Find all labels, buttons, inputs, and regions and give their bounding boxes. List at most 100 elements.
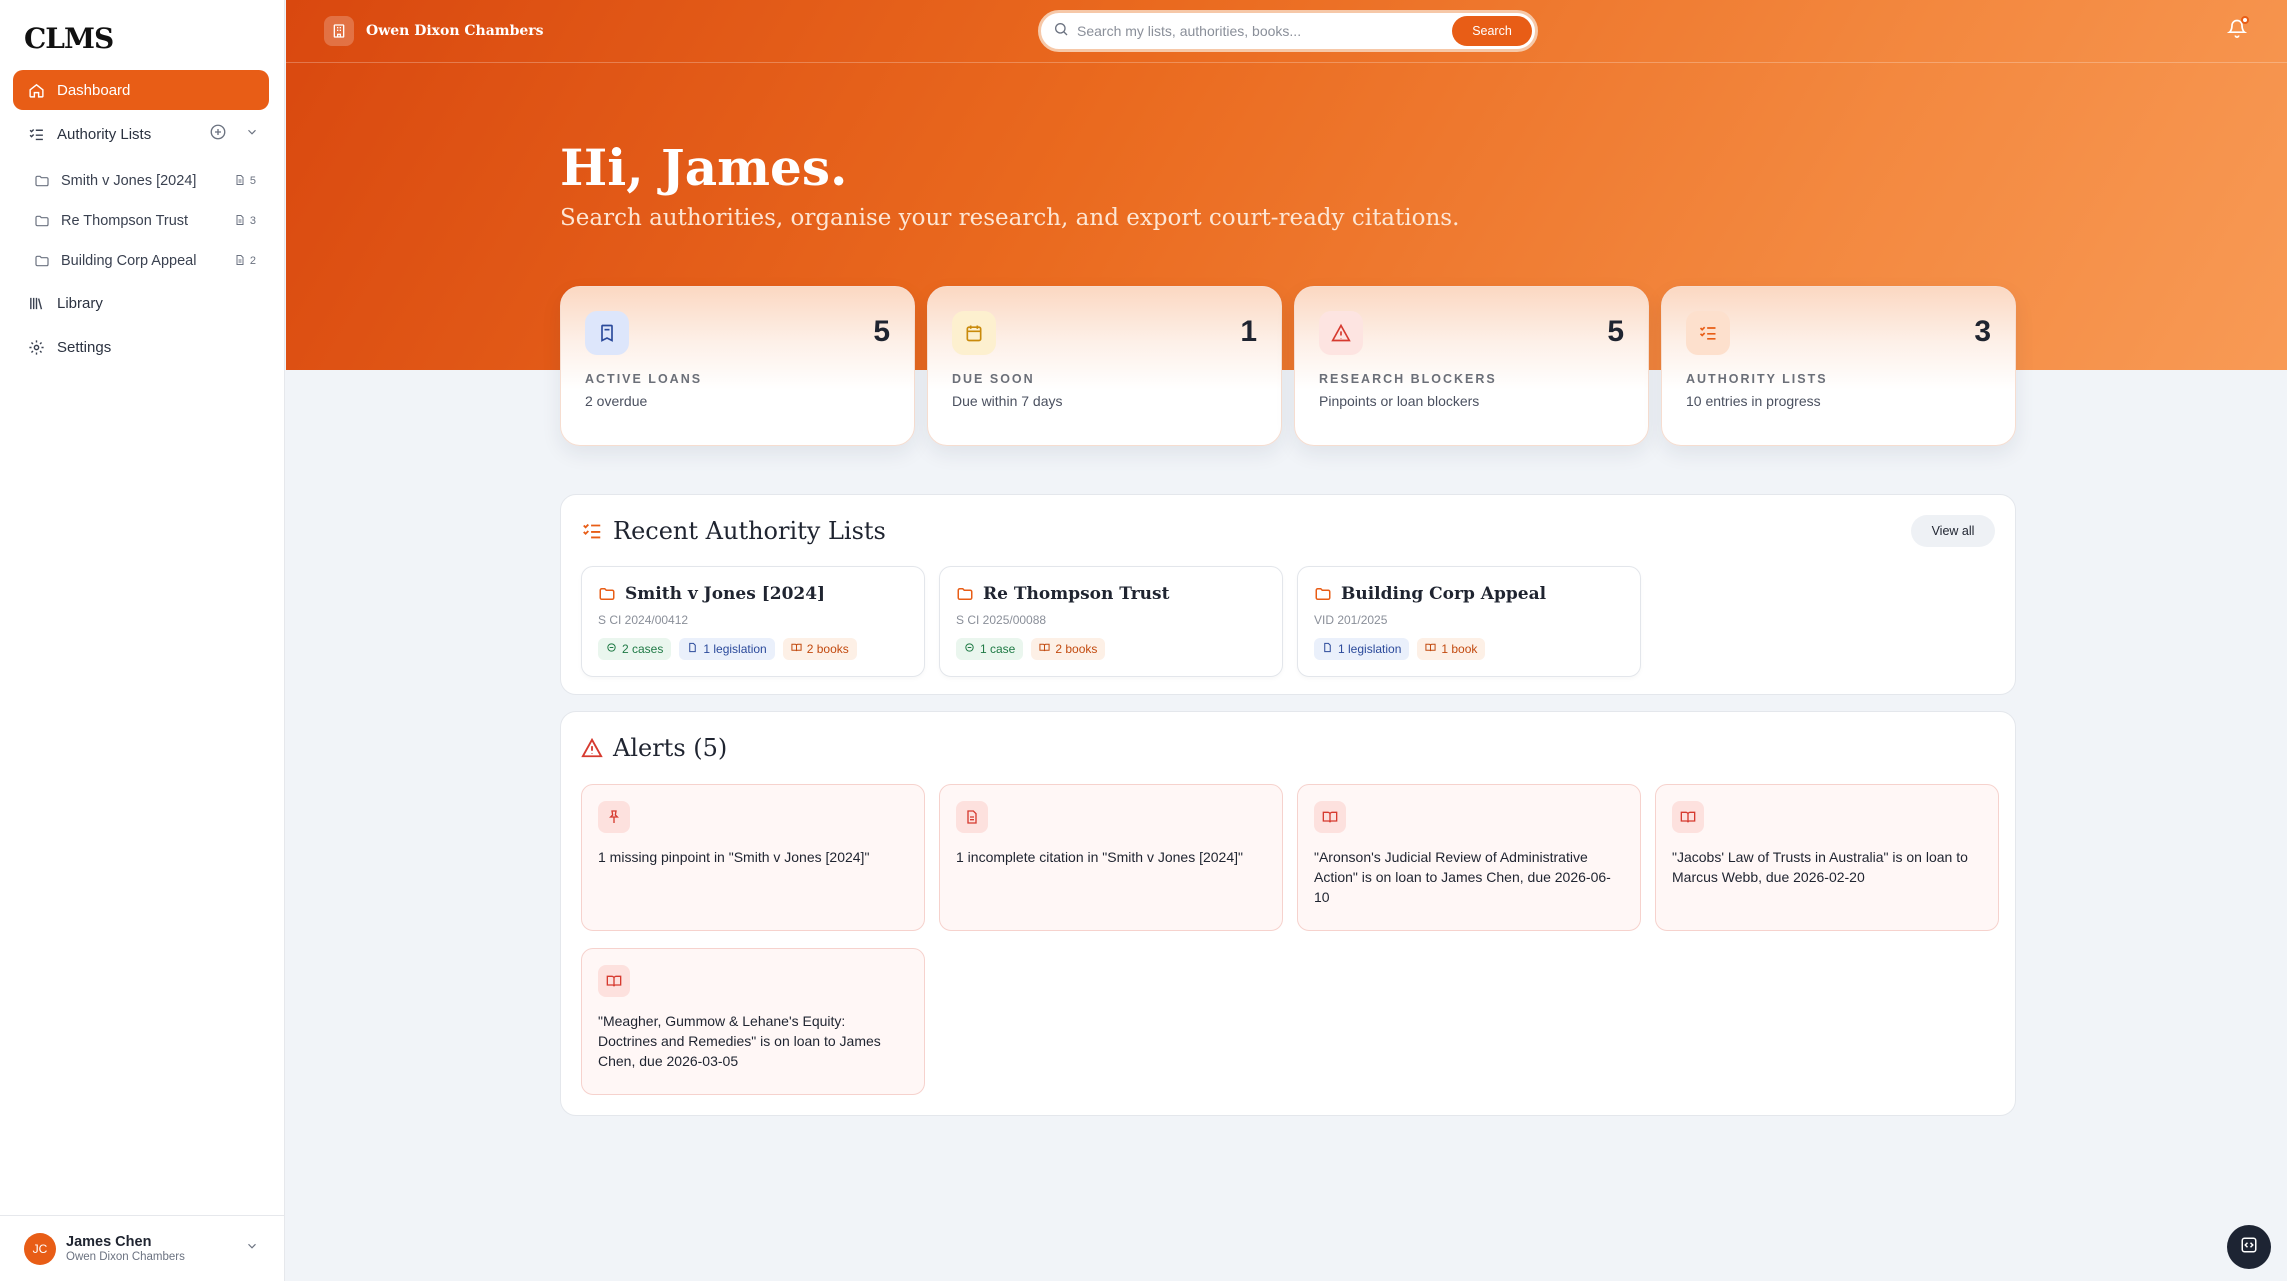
authority-list-card[interactable]: Smith v Jones [2024] S CI 2024/00412 2 c… (581, 566, 925, 677)
list-count: 2 (249, 255, 256, 267)
books-tag: 1 book (1417, 638, 1486, 660)
sidebar-item-label: Authority Lists (57, 125, 152, 143)
folder-icon (34, 173, 50, 189)
stat-card-active-loans[interactable]: 5 ACTIVE LOANS 2 overdue (560, 286, 915, 446)
user-menu[interactable]: JC James Chen Owen Dixon Chambers (0, 1215, 285, 1281)
warning-icon (1319, 311, 1363, 355)
stat-value: 3 (1974, 315, 1991, 348)
notifications-button[interactable] (2226, 16, 2249, 43)
stat-title: AUTHORITY LISTS (1686, 372, 1828, 386)
stat-subtitle: 2 overdue (585, 393, 648, 409)
stat-card-authority-lists[interactable]: 3 AUTHORITY LISTS 10 entries in progress (1661, 286, 2016, 446)
sidebar-item-library[interactable]: Library (13, 283, 269, 323)
tag-label: 2 cases (622, 642, 664, 656)
folder-icon (956, 585, 974, 603)
warning-icon (581, 737, 603, 759)
stat-value: 1 (1240, 315, 1257, 348)
tag-label: 1 case (980, 642, 1016, 656)
panel-title: Alerts (5) (613, 734, 728, 762)
gear-icon (27, 338, 45, 356)
books-tag: 2 books (1031, 638, 1106, 660)
stat-subtitle: 10 entries in progress (1686, 393, 1821, 409)
checklist-icon (27, 125, 45, 143)
calendar-icon (952, 311, 996, 355)
authority-list-card[interactable]: Building Corp Appeal VID 201/2025 1 legi… (1297, 566, 1641, 677)
alert-text: "Aronson's Judicial Review of Administra… (1314, 849, 1611, 905)
library-icon (27, 294, 45, 312)
open-book-icon (1672, 801, 1704, 833)
pin-icon (598, 801, 630, 833)
alert-card[interactable]: "Jacobs' Law of Trusts in Australia" is … (1655, 784, 1999, 931)
alert-text: 1 incomplete citation in "Smith v Jones … (956, 849, 1243, 865)
avatar: JC (24, 1232, 56, 1265)
checklist-icon (1686, 311, 1730, 355)
sidebar-list-item[interactable]: Re Thompson Trust 3 (34, 203, 264, 239)
cases-tag: 2 cases (598, 638, 672, 660)
book-icon (585, 311, 629, 355)
list-title: Re Thompson Trust (983, 584, 1170, 604)
search-icon (1053, 21, 1069, 42)
document-icon (687, 642, 698, 656)
tag-label: 1 legislation (1338, 642, 1402, 656)
sidebar-item-dashboard[interactable]: Dashboard (13, 70, 269, 110)
stat-title: DUE SOON (952, 372, 1035, 386)
sidebar-item-label: Library (57, 294, 103, 312)
legislation-tag: 1 legislation (679, 638, 775, 660)
sidebar-list-item[interactable]: Smith v Jones [2024] 5 (34, 163, 264, 199)
document-icon (1322, 642, 1333, 656)
folder-icon (34, 253, 50, 269)
chambers-name: Owen Dixon Chambers (366, 23, 544, 39)
building-icon (324, 16, 354, 46)
app-logo[interactable]: CLMS (24, 22, 114, 55)
document-icon (234, 254, 246, 269)
search-button[interactable]: Search (1452, 16, 1532, 46)
dev-tools-button[interactable] (2227, 1225, 2271, 1269)
alert-card[interactable]: 1 missing pinpoint in "Smith v Jones [20… (581, 784, 925, 931)
chevron-down-icon[interactable] (245, 125, 259, 143)
stat-card-research-blockers[interactable]: 5 RESEARCH BLOCKERS Pinpoints or loan bl… (1294, 286, 1649, 446)
home-icon (27, 81, 45, 99)
bell-icon (2226, 19, 2248, 42)
notification-dot (2241, 16, 2249, 24)
open-book-icon (1039, 642, 1050, 656)
open-book-icon (598, 965, 630, 997)
list-reference: S CI 2025/00088 (956, 613, 1047, 627)
chevron-down-icon[interactable] (245, 1239, 259, 1258)
open-book-icon (1425, 642, 1436, 656)
authority-list-card[interactable]: Re Thompson Trust S CI 2025/00088 1 case… (939, 566, 1283, 677)
code-icon (2240, 1236, 2258, 1259)
add-list-icon[interactable] (209, 123, 227, 145)
list-label: Smith v Jones [2024] (61, 173, 197, 189)
open-book-icon (791, 642, 802, 656)
stat-card-due-soon[interactable]: 1 DUE SOON Due within 7 days (927, 286, 1282, 446)
tag-label: 2 books (1055, 642, 1098, 656)
stat-subtitle: Pinpoints or loan blockers (1319, 393, 1480, 409)
cases-tag: 1 case (956, 638, 1024, 660)
sidebar-item-authority-lists[interactable]: Authority Lists (13, 114, 269, 154)
document-icon (234, 214, 246, 229)
list-title: Smith v Jones [2024] (625, 584, 826, 604)
stat-title: RESEARCH BLOCKERS (1319, 372, 1497, 386)
user-name: James Chen (66, 1234, 152, 1250)
search-bar: Search (1038, 10, 1538, 52)
sidebar-list-item[interactable]: Building Corp Appeal 2 (34, 243, 264, 279)
stat-subtitle: Due within 7 days (952, 393, 1063, 409)
gavel-icon (606, 642, 617, 656)
checklist-icon (581, 520, 603, 542)
gavel-icon (964, 642, 975, 656)
sidebar-item-label: Settings (57, 338, 112, 356)
stat-value: 5 (873, 315, 890, 348)
sidebar: CLMS Dashboard Authority Lists Smith v J… (0, 0, 285, 1281)
folder-icon (34, 213, 50, 229)
alert-card[interactable]: 1 incomplete citation in "Smith v Jones … (939, 784, 1283, 931)
alert-text: "Jacobs' Law of Trusts in Australia" is … (1672, 849, 1968, 885)
alert-card[interactable]: "Aronson's Judicial Review of Administra… (1297, 784, 1641, 931)
alert-card[interactable]: "Meagher, Gummow & Lehane's Equity: Doct… (581, 948, 925, 1095)
list-reference: S CI 2024/00412 (598, 613, 689, 627)
chambers-switcher[interactable]: Owen Dixon Chambers (324, 16, 544, 46)
sidebar-item-settings[interactable]: Settings (13, 327, 269, 367)
tag-label: 1 legislation (703, 642, 767, 656)
view-all-button[interactable]: View all (1911, 515, 1995, 547)
search-input[interactable] (1077, 23, 1452, 39)
list-label: Building Corp Appeal (61, 253, 197, 269)
